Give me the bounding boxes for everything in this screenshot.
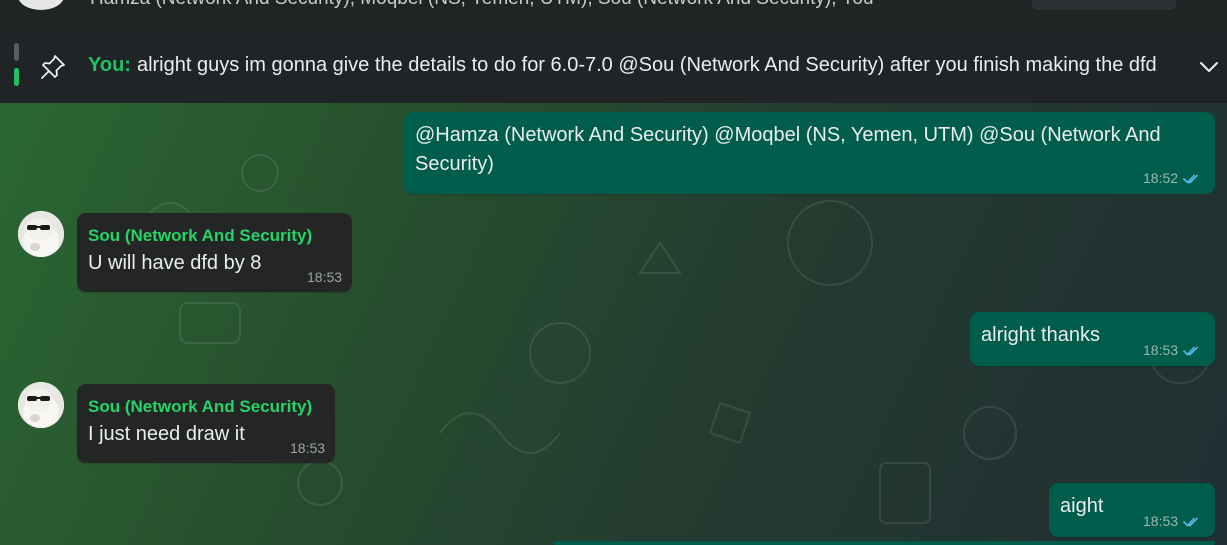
double-check-icon <box>1183 517 1198 527</box>
message-time: 18:53 <box>1143 513 1179 529</box>
cat-avatar-image <box>18 382 64 428</box>
double-check-icon <box>1183 346 1198 356</box>
message-text: alright thanks <box>981 324 1100 346</box>
chevron-down-icon[interactable] <box>1196 54 1222 80</box>
avatar[interactable] <box>18 211 64 257</box>
message-time: 18:53 <box>1143 342 1179 358</box>
chat-header-strip: Hamza (Network And Security), Moqbel (NS… <box>0 0 1227 30</box>
message-text: aight <box>1060 495 1104 517</box>
message-time: 18:52 <box>1143 170 1179 186</box>
pinned-message-text: alright guys im gonna give the details t… <box>136 54 1157 76</box>
message-text: @Hamza (Network And Security) @Moqbel (N… <box>415 124 1161 175</box>
pin-icon[interactable] <box>38 52 68 82</box>
avatar[interactable] <box>18 382 64 428</box>
message-bubble-outgoing[interactable]: aight 18:53 <box>1049 483 1215 537</box>
pin-indicator-active <box>14 68 19 86</box>
message-bubble-outgoing[interactable]: alright thanks 18:53 <box>970 312 1215 366</box>
header-action-button[interactable] <box>1032 0 1176 10</box>
pinned-message-bar[interactable]: You: alright guys im gonna give the detai… <box>0 30 1227 103</box>
pinned-message-preview[interactable]: You: alright guys im gonna give the detai… <box>88 54 1183 77</box>
chat-messages-area[interactable]: @Hamza (Network And Security) @Moqbel (N… <box>0 103 1227 545</box>
message-text: I just need draw it <box>88 423 245 445</box>
group-avatar[interactable] <box>18 0 64 10</box>
message-time: 18:53 <box>307 269 343 285</box>
double-check-icon <box>1183 174 1198 184</box>
message-sender[interactable]: Sou (Network And Security) <box>88 226 312 246</box>
cat-avatar-image <box>18 211 64 257</box>
message-time: 18:53 <box>290 440 326 456</box>
message-bubble-outgoing[interactable]: @Hamza (Network And Security) @Moqbel (N… <box>404 112 1215 194</box>
message-bubble-incoming[interactable]: Sou (Network And Security) I just need d… <box>77 384 335 463</box>
message-bubble-outgoing-partial[interactable] <box>553 541 1215 545</box>
message-bubble-incoming[interactable]: Sou (Network And Security) U will have d… <box>77 213 352 292</box>
pin-indicator-inactive <box>14 43 19 61</box>
pinned-sender: You: <box>88 54 131 76</box>
group-participants[interactable]: Hamza (Network And Security), Moqbel (NS… <box>90 0 874 10</box>
message-sender[interactable]: Sou (Network And Security) <box>88 397 312 417</box>
message-text: U will have dfd by 8 <box>88 252 262 274</box>
